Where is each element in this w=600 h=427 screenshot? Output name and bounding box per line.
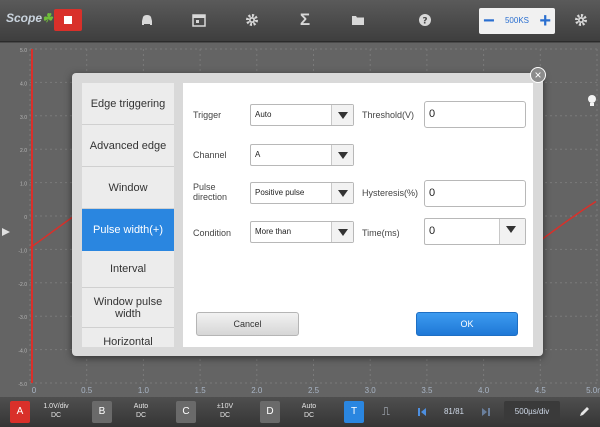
sample-rate-value: 500KS: [504, 16, 530, 25]
x-tick-label: 2.0: [251, 386, 263, 395]
calendar-icon[interactable]: [185, 8, 213, 32]
car-icon[interactable]: [133, 8, 161, 32]
trigger-type-window[interactable]: Window: [82, 167, 174, 209]
close-icon[interactable]: ×: [530, 67, 546, 83]
trigger-type-window-pulse-width[interactable]: Window pulse width: [82, 288, 174, 328]
pulse-direction-label: Pulse direction: [193, 182, 228, 202]
sample-rate-control[interactable]: − 500KS +: [479, 8, 555, 34]
y-tick-label: 2.0: [20, 148, 27, 154]
channel-b-settings[interactable]: Auto DC: [124, 402, 158, 420]
channel-c-settings[interactable]: ±10V DC: [208, 402, 242, 420]
y-tick-label: 3.0: [20, 115, 27, 121]
x-tick-label: 1.5: [195, 386, 207, 395]
timebase-control[interactable]: 500µs/div: [504, 401, 560, 423]
channel-c-button[interactable]: C: [176, 401, 196, 423]
channel-d-button[interactable]: D: [260, 401, 280, 423]
condition-select[interactable]: More than: [250, 221, 354, 243]
x-tick-label: 4.5: [535, 386, 547, 395]
y-tick-label: 5.0: [20, 48, 27, 54]
app-logo: Scope☘: [6, 11, 53, 25]
x-tick-label: 0.5: [81, 386, 93, 395]
x-tick-label: 1.0: [138, 386, 150, 395]
sigma-icon[interactable]: Σ: [291, 8, 319, 32]
trigger-level-marker[interactable]: [2, 228, 10, 236]
y-tick-label: -2.0: [18, 282, 27, 288]
settings-icon[interactable]: [567, 8, 595, 32]
y-tick-label: -4.0: [18, 349, 27, 355]
chevron-down-icon: [499, 219, 525, 244]
pencil-icon[interactable]: [574, 401, 594, 423]
channel-label: Channel: [193, 150, 227, 160]
chevron-down-icon: [331, 183, 353, 203]
trigger-label: Trigger: [193, 110, 222, 120]
trigger-type-advanced-edge[interactable]: Advanced edge: [82, 125, 174, 167]
last-page-icon[interactable]: [478, 401, 494, 423]
x-tick-label: 0: [32, 386, 37, 395]
increase-rate-button[interactable]: +: [539, 8, 551, 34]
time-select[interactable]: 0: [424, 218, 526, 245]
x-tick-label: 3.5: [421, 386, 433, 395]
chevron-down-icon: [331, 105, 353, 125]
y-tick-label: -3.0: [18, 315, 27, 321]
channel-status-bar: A 1.0V/div DC B Auto DC C ±10V DC D Auto…: [0, 397, 600, 427]
folder-icon[interactable]: [344, 8, 372, 32]
x-tick-label: 4.0: [478, 386, 490, 395]
chevron-down-icon: [331, 145, 353, 165]
trigger-select[interactable]: Auto: [250, 104, 354, 126]
channel-d-settings[interactable]: Auto DC: [292, 402, 326, 420]
pulse-icon[interactable]: ⎍: [374, 401, 398, 423]
cancel-button[interactable]: Cancel: [196, 312, 299, 336]
trigger-badge[interactable]: T: [344, 401, 364, 423]
top-toolbar: Scope☘ Σ ? − 500KS +: [0, 0, 600, 42]
channel-select[interactable]: A: [250, 144, 354, 166]
threshold-label: Threshold(V): [362, 110, 415, 120]
trigger-type-list[interactable]: Edge triggering Advanced edge Window Pul…: [82, 83, 174, 347]
channel-a-settings[interactable]: 1.0V/div DC: [36, 402, 76, 420]
chevron-down-icon: [331, 222, 353, 242]
trigger-type-edge-triggering[interactable]: Edge triggering: [82, 83, 174, 125]
pulse-direction-select[interactable]: Positive pulse: [250, 182, 354, 204]
trigger-type-horizontal[interactable]: Horizontal: [82, 328, 174, 347]
x-tick-label: 3.0: [365, 386, 377, 395]
condition-label: Condition: [193, 228, 232, 238]
channel-a-button[interactable]: A: [10, 401, 30, 423]
hysteresis-input[interactable]: 0: [424, 180, 526, 207]
decrease-rate-button[interactable]: −: [483, 8, 495, 34]
svg-text:?: ?: [422, 17, 427, 27]
x-tick-label: 5.0ms: [586, 386, 600, 395]
y-tick-label: -5.0: [18, 382, 27, 388]
channel-b-button[interactable]: B: [92, 401, 112, 423]
trigger-type-interval[interactable]: Interval: [82, 251, 174, 288]
hysteresis-label: Hysteresis(%): [362, 188, 419, 198]
time-label: Time(ms): [362, 228, 400, 238]
threshold-input[interactable]: 0: [424, 101, 526, 128]
help-icon[interactable]: ?: [411, 8, 439, 32]
x-tick-label: 2.5: [308, 386, 320, 395]
first-page-icon[interactable]: [414, 401, 430, 423]
y-tick-label: 4.0: [20, 81, 27, 87]
trigger-type-pulse-width[interactable]: Pulse width(+): [82, 209, 174, 251]
ok-button[interactable]: OK: [416, 312, 518, 336]
light-bulb-icon[interactable]: [585, 93, 599, 109]
gear-icon[interactable]: [238, 8, 266, 32]
stop-button[interactable]: [54, 9, 82, 31]
page-indicator: 81/81: [443, 407, 465, 416]
y-tick-label: -1.0: [18, 248, 27, 254]
y-tick-label: 1.0: [20, 182, 27, 188]
y-tick-label: 0: [24, 215, 27, 221]
